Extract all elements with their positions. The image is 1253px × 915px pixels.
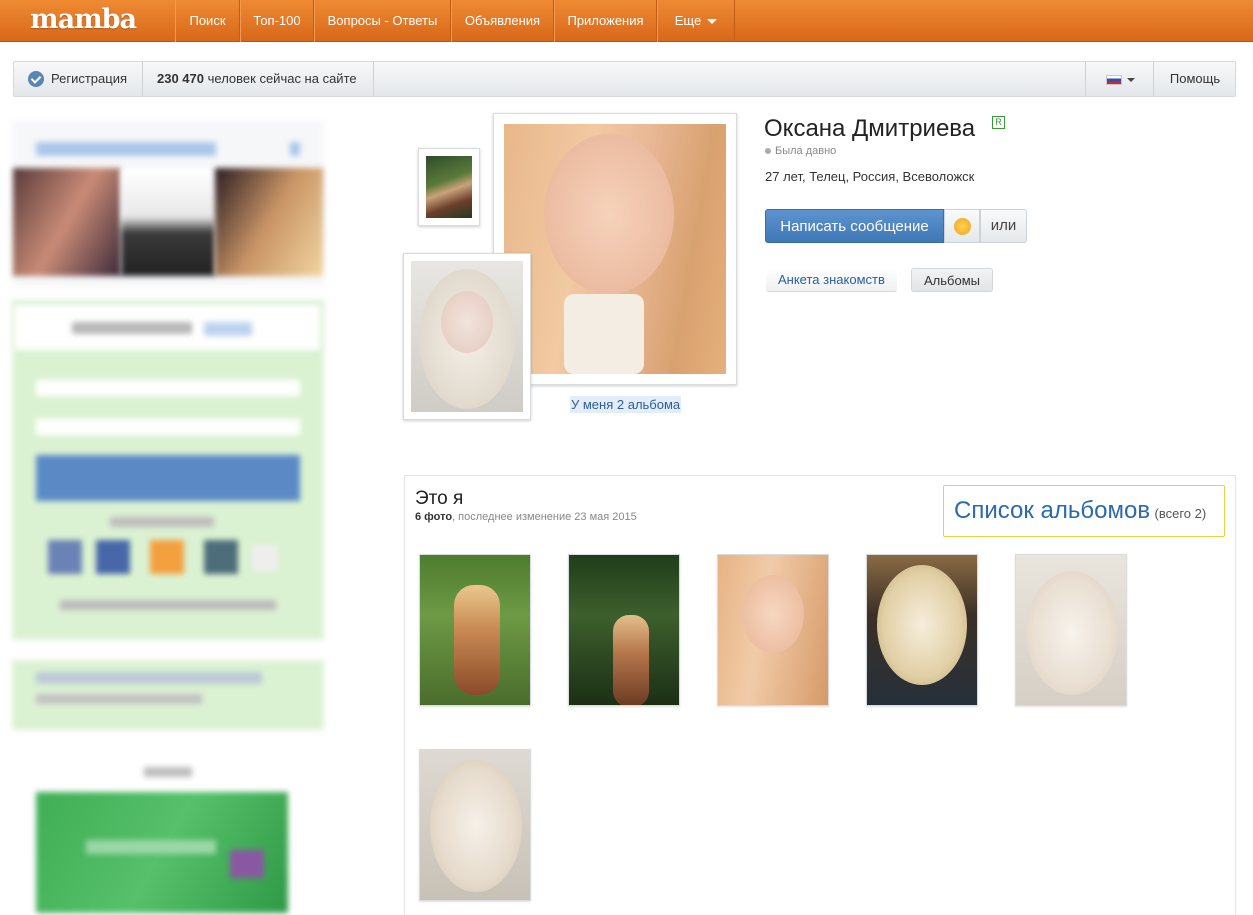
chevron-down-icon <box>1127 78 1135 82</box>
albums-list-title: Список альбомов <box>954 497 1151 524</box>
or-button[interactable]: или <box>980 209 1027 243</box>
check-circle-icon <box>28 71 44 87</box>
mamba-logo[interactable]: mamba <box>30 4 137 35</box>
gift-icon <box>954 218 971 235</box>
album-photo[interactable] <box>568 554 680 706</box>
tab-profile[interactable]: Анкета знакомств <box>766 268 897 292</box>
gift-button[interactable] <box>944 209 980 243</box>
nav-top100[interactable]: Топ-100 <box>240 0 314 42</box>
album-photo[interactable] <box>866 554 978 706</box>
status-text: Была давно <box>775 145 837 157</box>
online-status: Была давно <box>765 145 836 157</box>
write-message-button[interactable]: Написать сообщение <box>765 209 944 243</box>
album-title: Это я <box>415 488 464 509</box>
russia-flag-icon <box>1106 75 1122 85</box>
chevron-down-icon <box>707 19 718 25</box>
album-photo-count: 6 фото <box>415 511 453 523</box>
tab-albums[interactable]: Альбомы <box>911 268 993 292</box>
register-link[interactable]: Регистрация <box>14 62 143 96</box>
nav-questions-answers[interactable]: Вопросы - Ответы <box>314 0 451 42</box>
help-link[interactable]: Помощь <box>1154 62 1236 96</box>
status-dot-icon <box>765 148 771 155</box>
top-navigation: mamba Поиск Топ-100 Вопросы - Ответы Объ… <box>0 0 1253 42</box>
nav-search[interactable]: Поиск <box>175 0 240 42</box>
album-photo[interactable] <box>717 554 829 706</box>
info-bar: Регистрация 230 470 человек сейчас на са… <box>13 61 1236 97</box>
photo-image <box>504 124 726 374</box>
nav-ads[interactable]: Объявления <box>451 0 554 42</box>
register-label: Регистрация <box>51 71 127 86</box>
nav-apps[interactable]: Приложения <box>554 0 657 42</box>
nav-more[interactable]: Еще <box>657 0 735 42</box>
photo-image <box>411 261 523 412</box>
album-last-change: , последнее изменение 23 мая 2015 <box>452 511 637 523</box>
language-selector[interactable] <box>1085 62 1154 96</box>
album-meta: 6 фото, последнее изменение 23 мая 2015 <box>415 511 637 523</box>
album-photo[interactable] <box>419 554 531 706</box>
photo-image <box>426 156 472 218</box>
profile-info: 27 лет, Телец, Россия, Всеволожск <box>765 169 975 184</box>
album-photo[interactable] <box>419 749 531 901</box>
albums-count-link[interactable]: У меня 2 альбома <box>570 396 682 413</box>
online-text: человек сейчас на сайте <box>207 71 357 86</box>
albums-list-link[interactable]: Список альбомов (всего 2) <box>943 485 1225 537</box>
profile-thumb-small[interactable] <box>418 148 480 226</box>
albums-list-total: (всего 2) <box>1154 506 1207 521</box>
registered-badge: R <box>992 116 1005 129</box>
profile-name: Оксана Дмитриева <box>764 115 976 142</box>
album-photo[interactable] <box>1015 554 1127 706</box>
online-count: 230 470 <box>157 71 204 86</box>
nav-more-label: Еще <box>674 13 702 28</box>
online-counter: 230 470 человек сейчас на сайте <box>143 62 374 96</box>
profile-thumb-medium[interactable] <box>403 253 531 420</box>
